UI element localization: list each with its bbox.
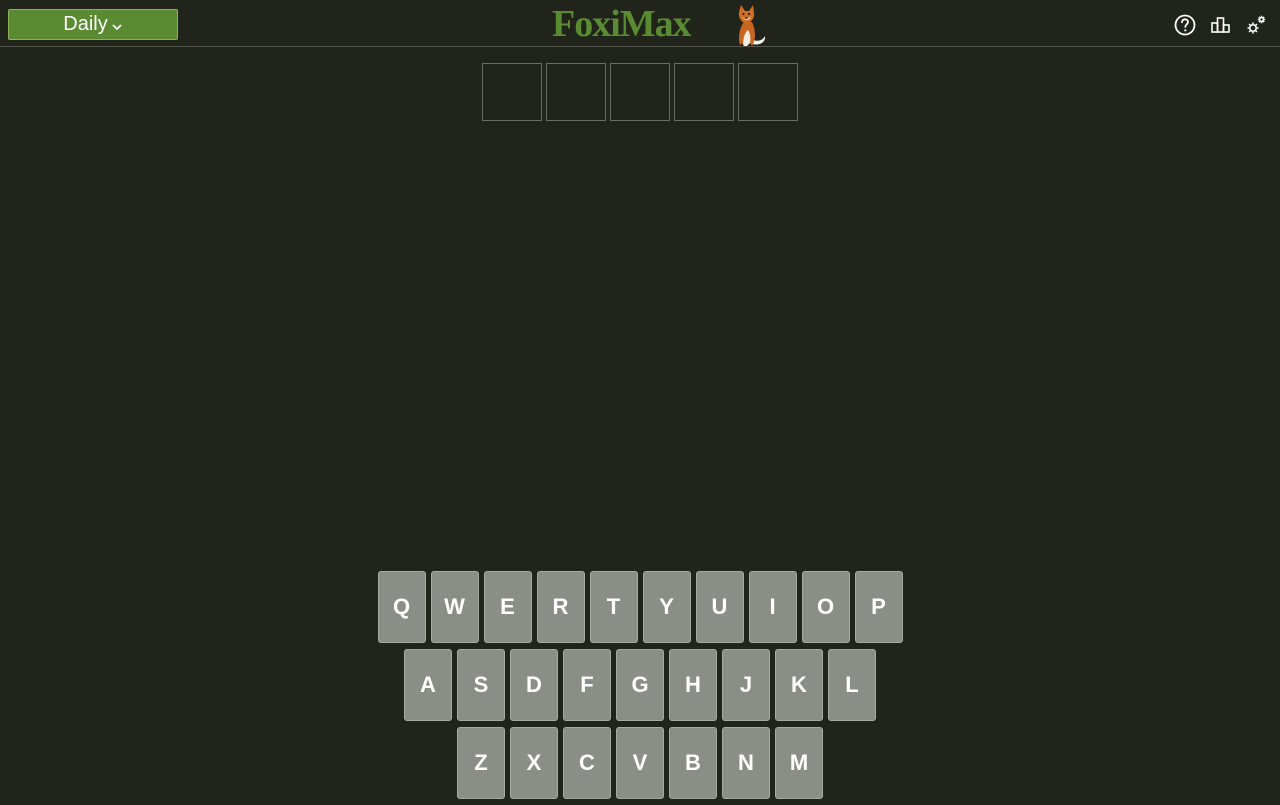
stats-icon[interactable] <box>1209 13 1233 37</box>
key-z[interactable]: Z <box>457 727 505 799</box>
key-f[interactable]: F <box>563 649 611 721</box>
key-d[interactable]: D <box>510 649 558 721</box>
fox-mascot-icon <box>738 5 766 46</box>
letter-tile <box>674 63 734 121</box>
key-p[interactable]: P <box>854 571 903 643</box>
key-n[interactable]: N <box>722 727 770 799</box>
key-k[interactable]: K <box>775 649 823 721</box>
header-bar: Daily FoxiMax <box>0 0 1280 47</box>
key-v[interactable]: V <box>616 727 664 799</box>
keyboard-row: Z X C V B N M <box>0 727 1280 799</box>
key-u[interactable]: U <box>695 571 744 643</box>
key-l[interactable]: L <box>828 649 876 721</box>
key-o[interactable]: O <box>801 571 850 643</box>
mode-dropdown-button[interactable]: Daily <box>8 9 178 40</box>
settings-icon[interactable] <box>1244 13 1268 37</box>
help-icon[interactable] <box>1173 13 1197 37</box>
key-x[interactable]: X <box>510 727 558 799</box>
key-s[interactable]: S <box>457 649 505 721</box>
mode-label: Daily <box>63 13 108 35</box>
letter-tile <box>482 63 542 121</box>
key-b[interactable]: B <box>669 727 717 799</box>
key-h[interactable]: H <box>669 649 717 721</box>
keyboard-row: A S D F G H J K L <box>0 649 1280 721</box>
letter-tile <box>546 63 606 121</box>
key-c[interactable]: C <box>563 727 611 799</box>
chevron-down-icon <box>112 23 122 30</box>
key-r[interactable]: R <box>536 571 585 643</box>
key-t[interactable]: T <box>589 571 638 643</box>
key-w[interactable]: W <box>430 571 479 643</box>
key-j[interactable]: J <box>722 649 770 721</box>
onscreen-keyboard: Q W E R T Y U I O P A S D F G H J K L Z … <box>0 571 1280 805</box>
key-q[interactable]: Q <box>377 571 426 643</box>
key-i[interactable]: I <box>748 571 797 643</box>
key-e[interactable]: E <box>483 571 532 643</box>
letter-tile <box>738 63 798 121</box>
key-y[interactable]: Y <box>642 571 691 643</box>
guess-board <box>482 63 798 121</box>
logo: FoxiMax <box>552 2 768 46</box>
key-g[interactable]: G <box>616 649 664 721</box>
logo-text: FoxiMax <box>552 3 692 45</box>
key-m[interactable]: M <box>775 727 823 799</box>
letter-tile <box>610 63 670 121</box>
keyboard-row: Q W E R T Y U I O P <box>0 571 1280 643</box>
key-a[interactable]: A <box>404 649 452 721</box>
